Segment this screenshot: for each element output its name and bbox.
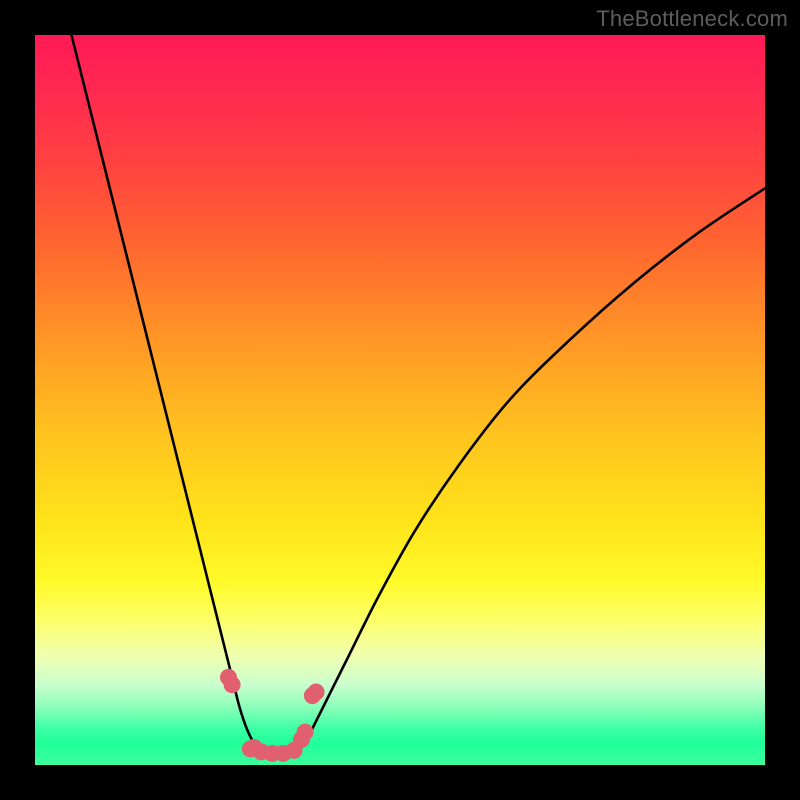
plot-svg — [35, 35, 765, 765]
highlight-point — [224, 676, 241, 693]
highlight-point — [297, 724, 314, 741]
highlight-point — [308, 684, 325, 701]
chart-frame: TheBottleneck.com — [0, 0, 800, 800]
plot-area — [35, 35, 765, 765]
markers-layer — [220, 669, 325, 762]
curves-layer — [72, 35, 766, 755]
watermark-text: TheBottleneck.com — [596, 6, 788, 32]
bottleneck-curve — [72, 35, 766, 755]
